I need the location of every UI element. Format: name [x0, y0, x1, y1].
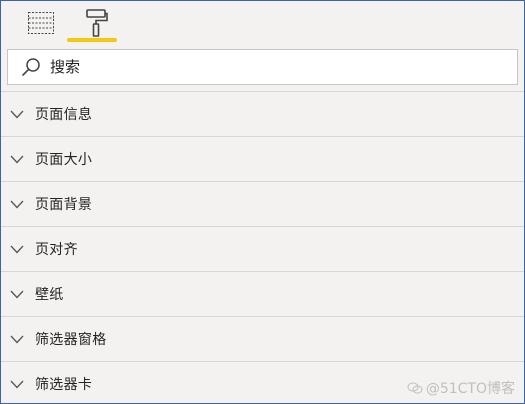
- section-filter-pane[interactable]: 筛选器窗格: [1, 316, 524, 361]
- chevron-down-icon: [9, 106, 25, 122]
- format-pane: 页面信息 页面大小 页面背景 页对齐 壁纸: [0, 0, 525, 404]
- chevron-down-icon: [9, 151, 25, 167]
- section-label: 页对齐: [35, 242, 78, 258]
- paint-roller-icon: [86, 9, 108, 37]
- search-input[interactable]: [50, 53, 490, 81]
- fields-table-icon: [28, 12, 54, 34]
- watermark-text: @51CTO博客: [425, 381, 515, 397]
- format-tab[interactable]: [81, 7, 113, 39]
- section-page-info[interactable]: 页面信息: [1, 91, 524, 136]
- chat-bubble-icon: [407, 382, 423, 394]
- chevron-down-icon: [9, 286, 25, 302]
- chevron-down-icon: [9, 331, 25, 347]
- section-label: 页面大小: [35, 152, 93, 168]
- section-page-size[interactable]: 页面大小: [1, 136, 524, 181]
- section-label: 页面背景: [35, 197, 93, 213]
- fields-tab[interactable]: [25, 7, 57, 39]
- chevron-down-icon: [9, 196, 25, 212]
- format-sections: 页面信息 页面大小 页面背景 页对齐 壁纸 筛选器窗格 筛选器卡: [1, 91, 524, 403]
- chevron-down-icon: [9, 241, 25, 257]
- section-page-alignment[interactable]: 页对齐: [1, 226, 524, 271]
- section-label: 筛选器窗格: [35, 332, 107, 348]
- section-label: 页面信息: [35, 107, 93, 123]
- active-tab-indicator: [67, 38, 117, 42]
- section-label: 筛选器卡: [35, 377, 93, 393]
- chevron-down-icon: [9, 376, 25, 392]
- section-wallpaper[interactable]: 壁纸: [1, 271, 524, 316]
- section-label: 壁纸: [35, 287, 64, 303]
- section-page-background[interactable]: 页面背景: [1, 181, 524, 226]
- search-icon: [20, 56, 42, 78]
- watermark: @51CTO博客: [407, 378, 515, 398]
- pane-toolbar: [1, 1, 524, 45]
- search-box[interactable]: [7, 49, 518, 85]
